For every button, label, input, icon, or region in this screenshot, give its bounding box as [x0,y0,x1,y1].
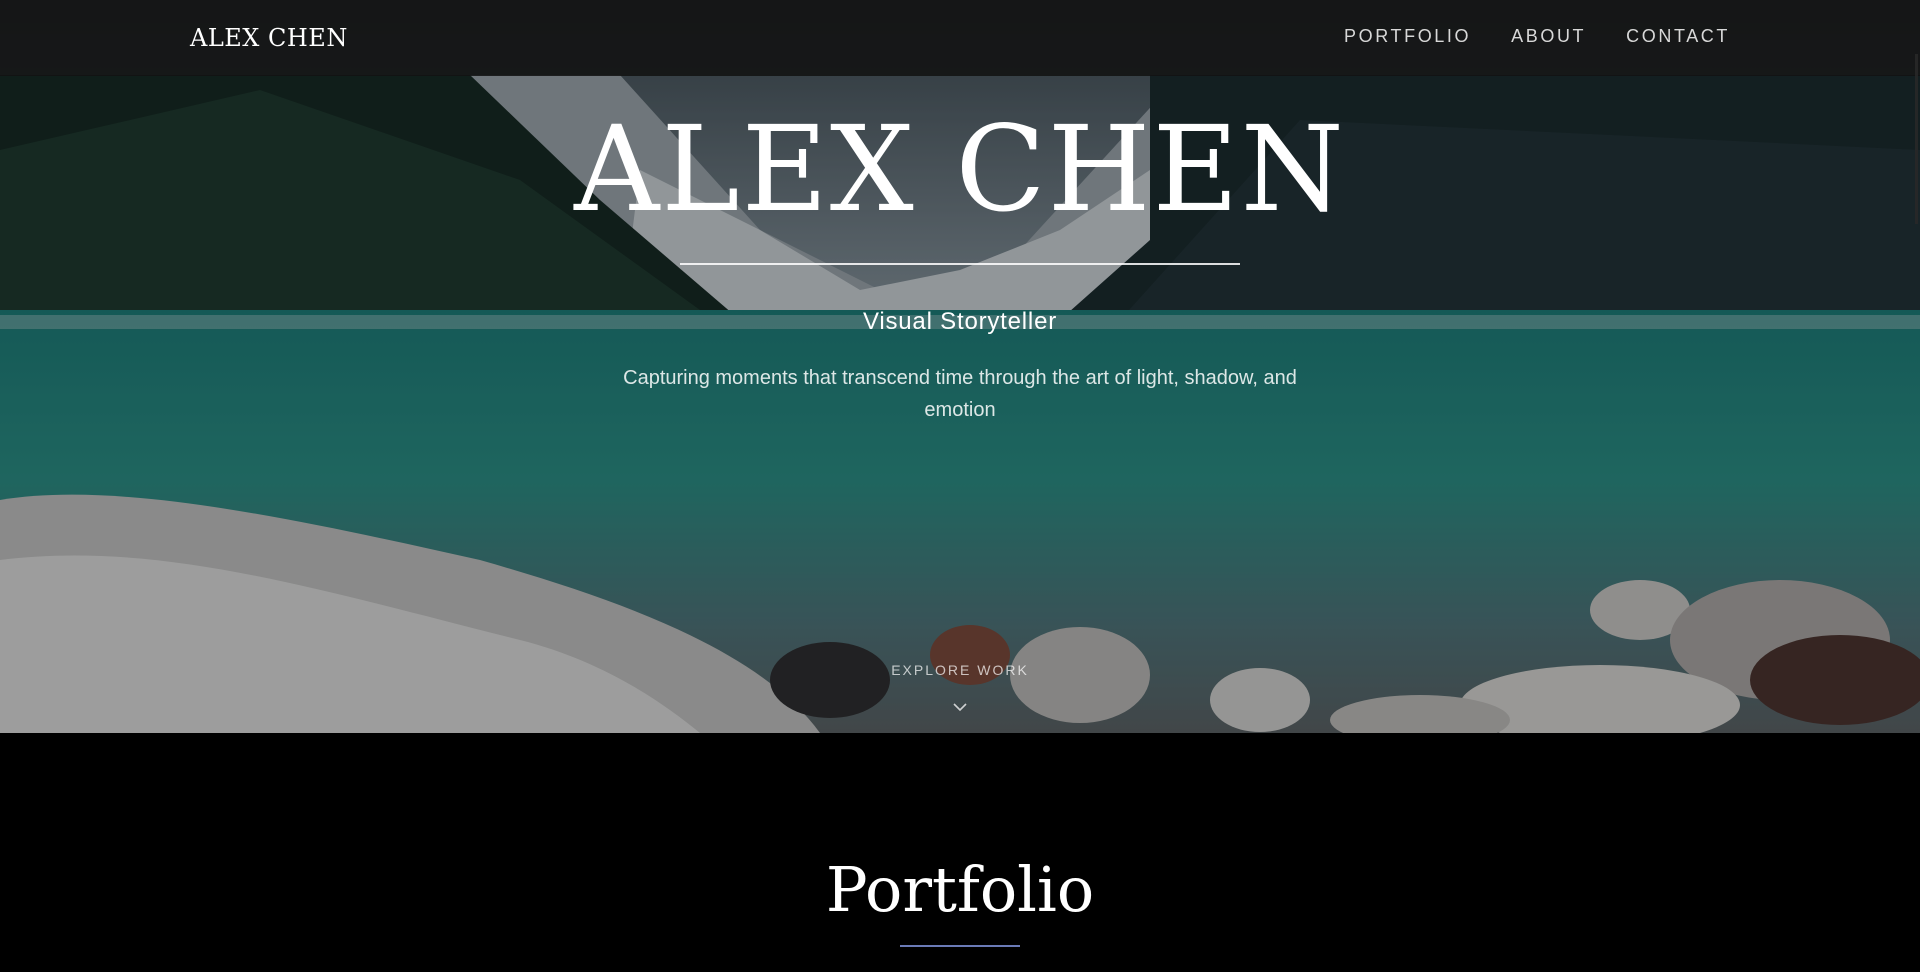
nav-links: PORTFOLIO ABOUT CONTACT [1344,26,1730,47]
explore-work-link[interactable]: EXPLORE WORK [0,662,1920,678]
portfolio-heading: Portfolio [825,853,1095,926]
portfolio-section: Portfolio [0,733,1920,972]
top-navbar: ALEX CHEN PORTFOLIO ABOUT CONTACT [0,0,1920,76]
hero-subtitle: Visual Storyteller [862,308,1058,335]
chevron-down-icon[interactable] [950,700,970,714]
portfolio-divider [900,945,1020,947]
nav-link-contact[interactable]: CONTACT [1626,26,1730,47]
hero-title: ALEX CHEN [574,100,1346,238]
hero-divider [680,263,1240,265]
brand-logo[interactable]: ALEX CHEN [190,24,348,52]
nav-link-about[interactable]: ABOUT [1511,26,1586,47]
scrollbar[interactable] [1915,54,1918,224]
hero-tagline: Capturing moments that transcend time th… [623,367,1297,421]
hero-section: ALEX CHEN Visual Storyteller Capturing m… [0,0,1920,733]
nav-link-portfolio[interactable]: PORTFOLIO [1344,26,1471,47]
